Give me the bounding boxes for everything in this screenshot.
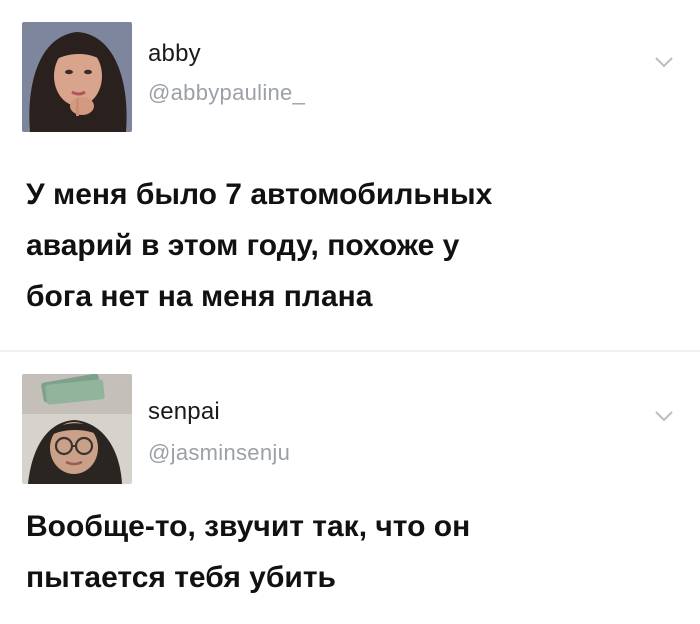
chevron-down-icon[interactable]	[652, 54, 676, 70]
avatar[interactable]	[22, 22, 132, 132]
user-handle[interactable]: @jasminsenju	[148, 440, 290, 466]
display-name[interactable]: senpai	[148, 398, 220, 426]
chevron-down-icon[interactable]	[652, 408, 676, 424]
avatar-image	[22, 22, 132, 132]
display-name[interactable]: abby	[148, 40, 201, 68]
tweet-text: У меня было 7 автомобильных аварий в это…	[26, 178, 493, 313]
avatar-image	[22, 374, 132, 484]
tweet-card: senpai @jasminsenju Вообще-то, звучит та…	[0, 352, 700, 624]
tweet-text: Вообще-то, звучит так, что он пытается т…	[26, 510, 471, 594]
user-handle[interactable]: @abbypauline_	[148, 80, 305, 106]
tweet-card: abby @abbypauline_ У меня было 7 автомоб…	[0, 0, 700, 352]
avatar[interactable]	[22, 374, 132, 484]
